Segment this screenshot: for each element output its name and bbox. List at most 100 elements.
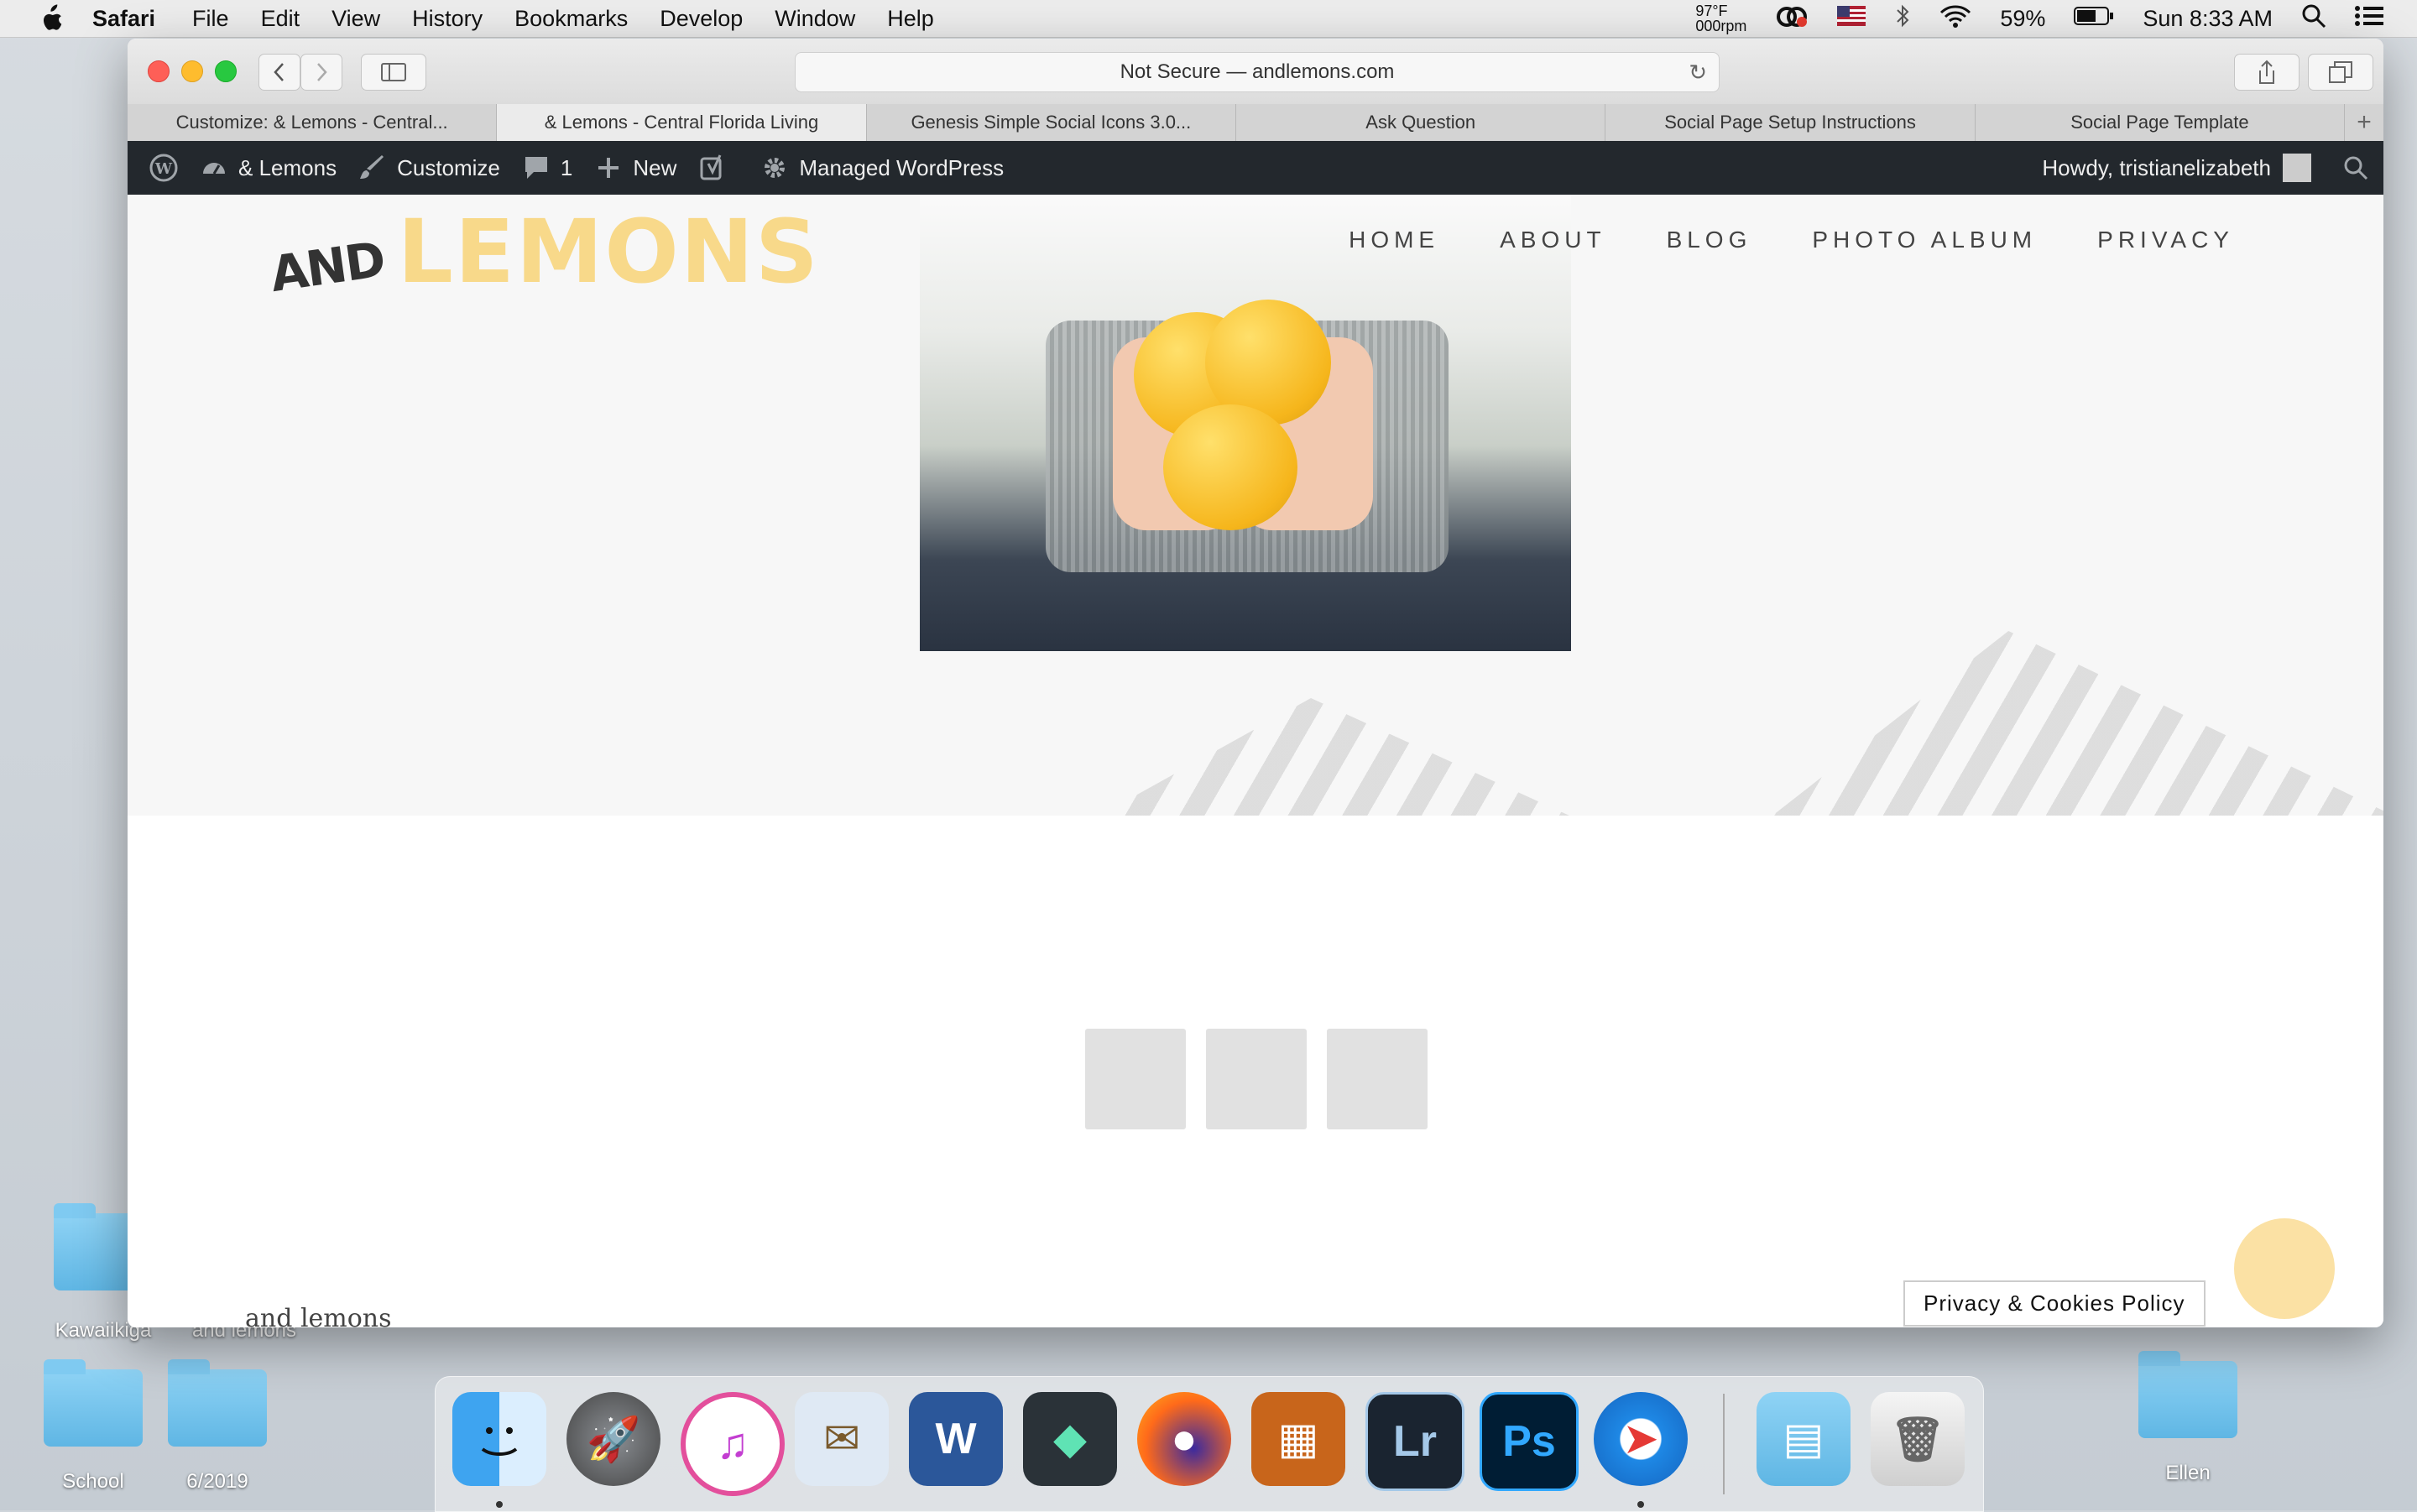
back-button[interactable] (258, 54, 300, 91)
clock[interactable]: Sun 8:33 AM (2143, 6, 2273, 32)
social-icon-placeholder[interactable] (1085, 1029, 1186, 1129)
menu-help[interactable]: Help (887, 6, 934, 32)
dock-launchpad-icon[interactable]: 🚀 (566, 1392, 660, 1486)
dock-photoshop-icon[interactable]: Ps (1480, 1392, 1579, 1491)
dock-lightroom-icon[interactable]: Lr (1365, 1392, 1464, 1491)
search-icon[interactable] (2343, 155, 2368, 180)
menu-history[interactable]: History (412, 6, 483, 32)
dock-trash-icon[interactable]: 🗑 (1871, 1392, 1965, 1486)
forward-button[interactable] (300, 54, 342, 91)
nav-photo-album[interactable]: PHOTO ALBUM (1812, 227, 2037, 253)
desktop-folder-6-2019[interactable] (168, 1359, 267, 1447)
site-name: & Lemons (238, 154, 337, 180)
menu-file[interactable]: File (192, 6, 229, 32)
menu-edit[interactable]: Edit (261, 6, 300, 32)
managed-label: Managed WordPress (799, 154, 1005, 180)
menu-window[interactable]: Window (775, 6, 855, 32)
running-indicator (1637, 1501, 1644, 1508)
dock-firefox-icon[interactable]: ● (1137, 1392, 1231, 1486)
privacy-cookies-button[interactable]: Privacy & Cookies Policy (1903, 1280, 2206, 1327)
wp-logo-menu[interactable]: W (149, 154, 178, 182)
wp-admin-bar: W & Lemons Customize 1 New Managed WordP… (128, 141, 2383, 195)
dock-word-icon[interactable]: W (909, 1392, 1003, 1486)
plus-icon (598, 158, 619, 178)
dock-keynote-icon[interactable]: ▦ (1251, 1392, 1345, 1486)
social-icon-placeholder[interactable] (1327, 1029, 1428, 1129)
share-button[interactable] (2234, 54, 2300, 91)
menu-bookmarks[interactable]: Bookmarks (514, 6, 628, 32)
managed-wordpress-link[interactable]: Managed WordPress (760, 154, 1004, 182)
reload-icon[interactable]: ↻ (1689, 60, 1707, 86)
nav-blog[interactable]: BLOG (1667, 227, 1752, 253)
new-content-menu[interactable]: New (594, 154, 676, 182)
site-name-menu[interactable]: & Lemons (200, 154, 337, 182)
decorative-stripes (1084, 698, 1588, 816)
menu-develop[interactable]: Develop (660, 6, 743, 32)
logo-lemons: LEMONS (397, 201, 820, 303)
nav-home[interactable]: HOME (1349, 227, 1439, 253)
customize-label: Customize (397, 154, 500, 180)
spotlight-search-icon[interactable] (2301, 3, 2326, 34)
tabs-icon (2329, 61, 2352, 83)
tab-customize[interactable]: Customize: & Lemons - Central... (128, 104, 498, 141)
safari-toolbar: Not Secure — andlemons.com ↻ (128, 39, 2383, 105)
dock-finder-icon[interactable] (452, 1392, 546, 1486)
avatar[interactable] (2283, 154, 2311, 182)
tab-social-template[interactable]: Social Page Template (1976, 104, 2346, 141)
yoast-seo-menu[interactable] (698, 154, 727, 182)
dock-downloads-folder-icon[interactable]: ▤ (1757, 1392, 1851, 1486)
close-window-button[interactable] (148, 60, 170, 82)
gear-icon (765, 158, 786, 178)
tab-genesis-social-icons[interactable]: Genesis Simple Social Icons 3.0... (867, 104, 1237, 141)
dashboard-icon (203, 163, 225, 175)
main-navigation: HOME ABOUT BLOG PHOTO ALBUM PRIVACY (1349, 227, 2234, 253)
mac-menu-bar: Safari File Edit View History Bookmarks … (0, 0, 2417, 38)
desktop-folder-ellen[interactable] (2138, 1351, 2237, 1438)
fullscreen-window-button[interactable] (215, 60, 237, 82)
howdy-account-menu[interactable]: Howdy, tristianelizabeth (2042, 155, 2271, 181)
site-logo[interactable]: AND LEMONS (267, 201, 820, 303)
chevron-left-icon (274, 63, 284, 81)
nav-privacy[interactable]: PRIVACY (2097, 227, 2234, 253)
desktop-folder-school[interactable] (44, 1359, 143, 1447)
running-indicator (496, 1501, 503, 1508)
menu-safari[interactable]: Safari (92, 6, 155, 32)
floating-action-circle[interactable] (2234, 1218, 2335, 1319)
sidebar-toggle-button[interactable] (361, 54, 426, 91)
svg-text:W: W (154, 160, 173, 178)
wifi-icon[interactable] (1939, 4, 1971, 34)
tab-and-lemons[interactable]: & Lemons - Central Florida Living (497, 104, 867, 141)
decorative-stripes (1772, 631, 2383, 816)
tab-ask-question[interactable]: Ask Question (1236, 104, 1606, 141)
temperature-readout[interactable]: 97°F 000rpm (1695, 3, 1746, 34)
flag-us-icon[interactable] (1837, 5, 1866, 32)
desktop-label: School (62, 1470, 124, 1493)
bluetooth-icon[interactable] (1894, 3, 1911, 34)
creative-cloud-icon[interactable] (1775, 3, 1809, 34)
new-tab-button[interactable]: + (2345, 104, 2383, 141)
comments-count: 1 (560, 154, 573, 180)
tab-overview-button[interactable] (2308, 54, 2373, 91)
minimize-window-button[interactable] (181, 60, 203, 82)
tab-social-setup[interactable]: Social Page Setup Instructions (1605, 104, 1976, 141)
menu-view[interactable]: View (331, 6, 380, 32)
dock-safari-icon[interactable]: ➤ (1594, 1392, 1688, 1486)
sidebar-icon (381, 63, 406, 81)
social-icon-placeholder[interactable] (1206, 1029, 1307, 1129)
apple-icon[interactable] (34, 2, 67, 35)
customize-link[interactable]: Customize (358, 154, 500, 182)
comment-icon (525, 157, 547, 179)
battery-percent[interactable]: 59% (2000, 6, 2045, 32)
wordpress-icon: W (149, 154, 178, 182)
comments-link[interactable]: 1 (522, 154, 572, 182)
safari-window: Not Secure — andlemons.com ↻ Customize: … (128, 39, 2383, 1327)
nav-about[interactable]: ABOUT (1500, 227, 1605, 253)
battery-icon[interactable] (2074, 6, 2114, 32)
dock-filmora-icon[interactable]: ◆ (1023, 1392, 1117, 1486)
address-bar[interactable]: Not Secure — andlemons.com ↻ (795, 52, 1720, 92)
dock-itunes-icon[interactable]: ♫ (681, 1392, 785, 1496)
footer-site-name: and lemons (245, 1304, 392, 1327)
hero-image-lemons (920, 195, 1571, 651)
notification-center-icon[interactable] (2355, 5, 2383, 33)
dock-preview-icon[interactable]: ✉ (795, 1392, 889, 1486)
